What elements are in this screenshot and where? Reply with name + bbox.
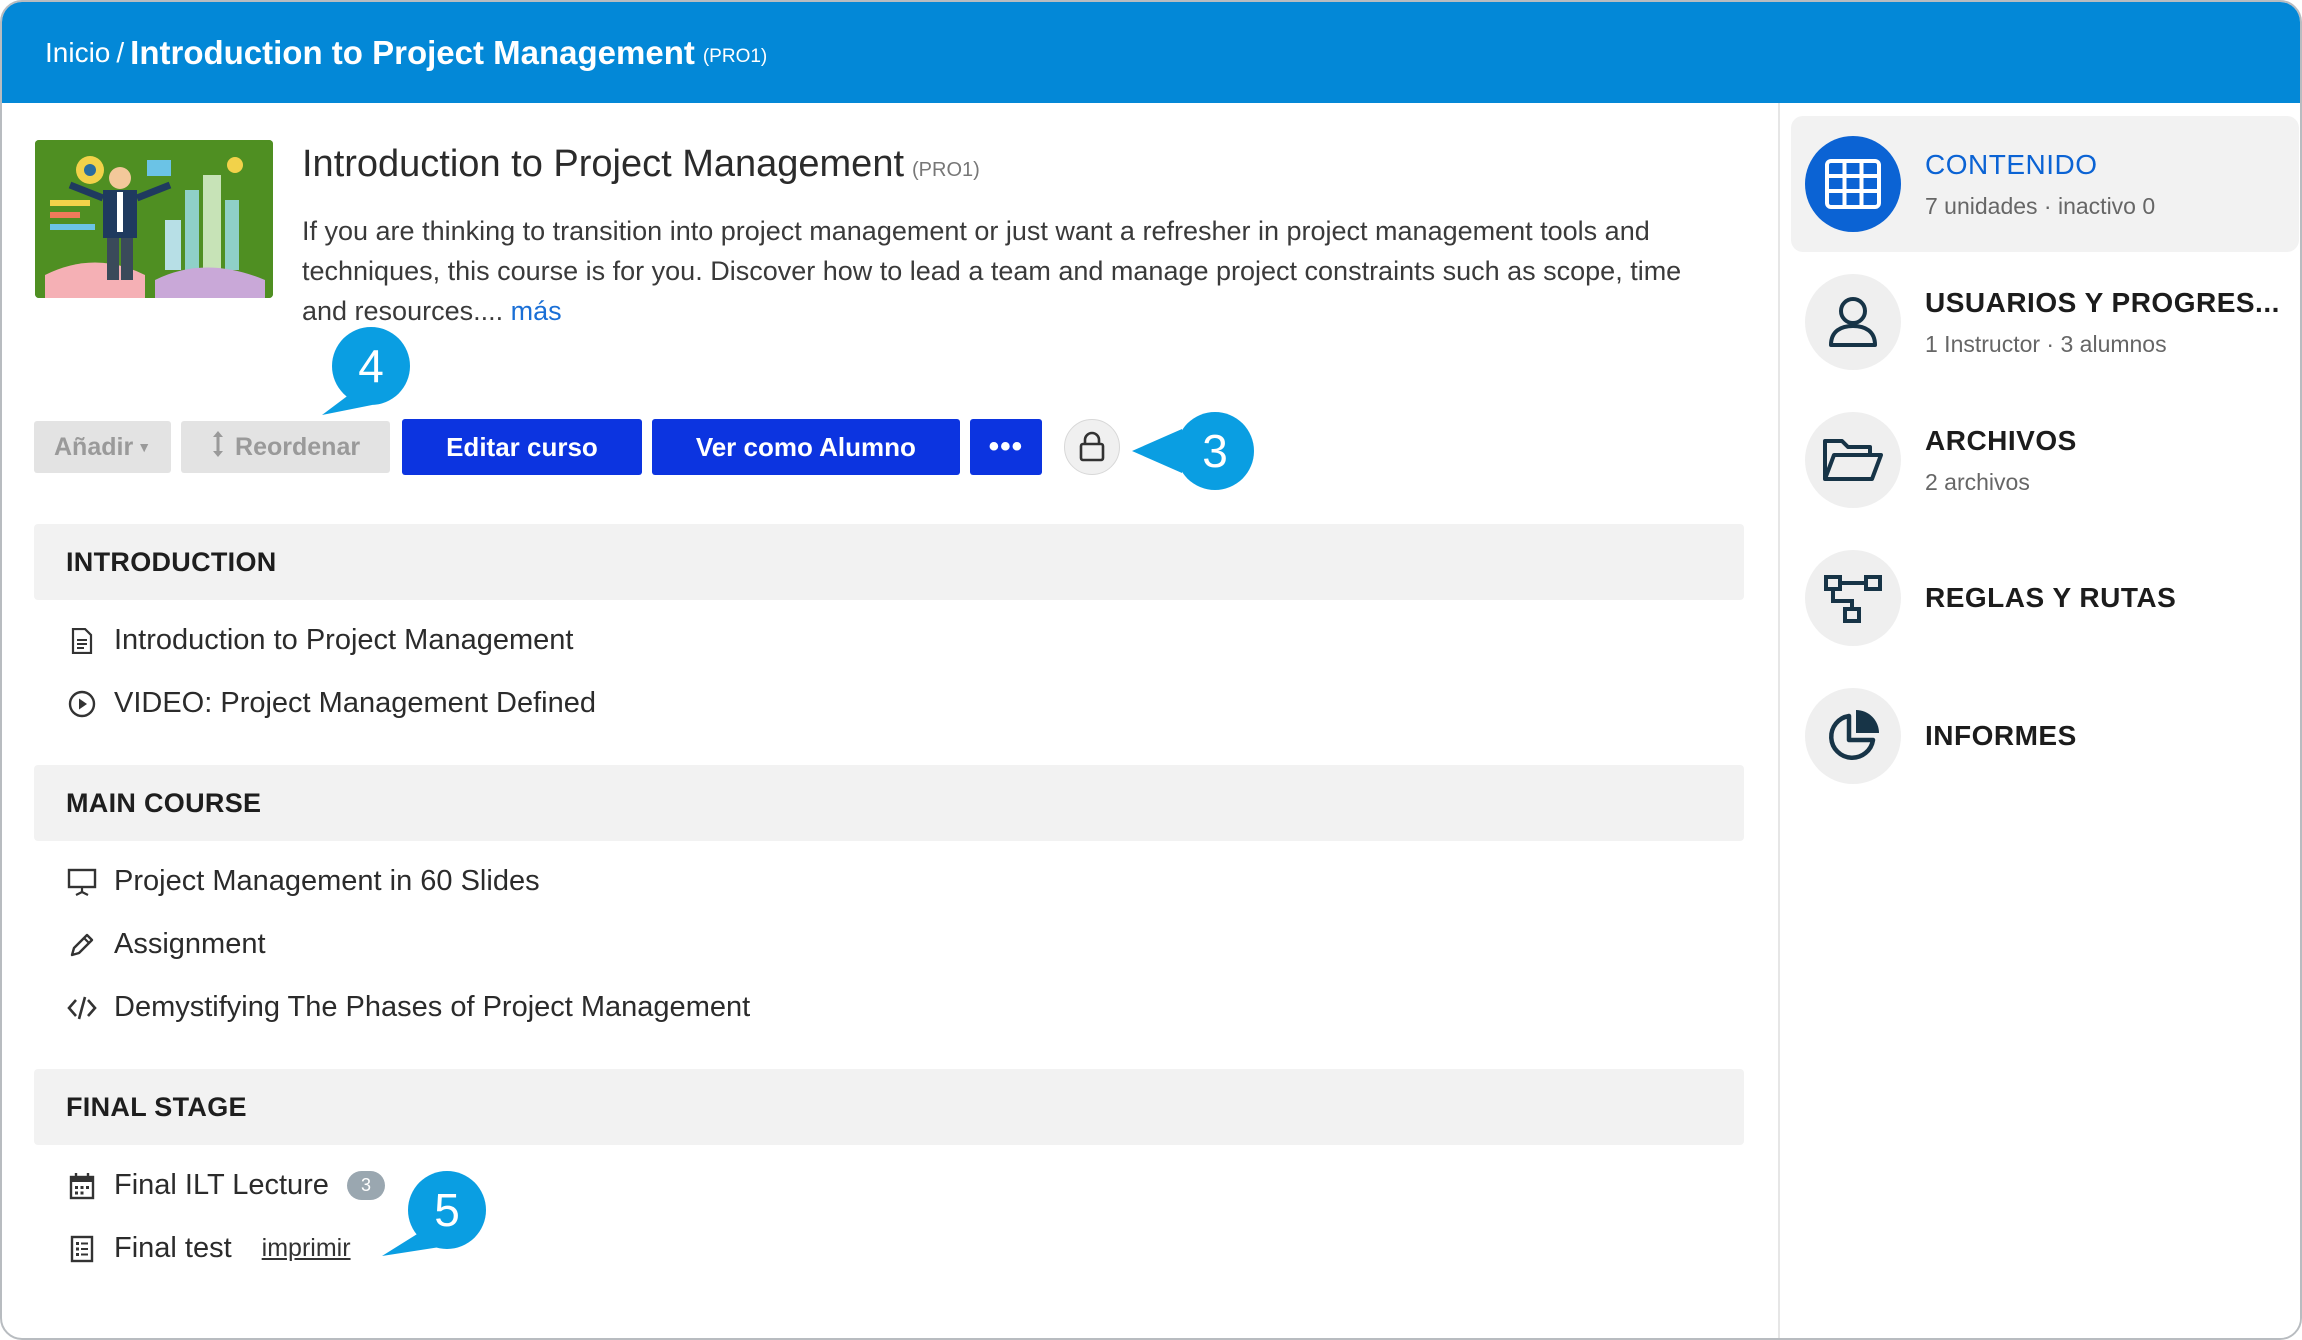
sidebar-item-title: USUARIOS Y PROGRES... xyxy=(1925,286,2280,318)
unit-assignment[interactable]: Assignment xyxy=(66,928,266,961)
sidebar-item-files[interactable]: ARCHIVOS 2 archivos xyxy=(1791,392,2299,528)
callout-5-label: 5 xyxy=(408,1171,486,1249)
user-icon xyxy=(1805,274,1901,370)
breadcrumb-separator: / xyxy=(116,36,125,68)
section-final-stage-header: FINAL STAGE xyxy=(34,1069,1744,1145)
course-sidebar: CONTENIDO 7 unidades · inactivo 0 USUARI… xyxy=(1778,103,2300,1338)
breadcrumb-home-link[interactable]: Inicio xyxy=(45,37,110,69)
presentation-icon xyxy=(66,866,98,898)
unit-label: VIDEO: Project Management Defined xyxy=(114,687,596,719)
unit-label: Final ILT Lecture xyxy=(114,1169,329,1201)
sidebar-item-title: ARCHIVOS xyxy=(1925,424,2077,456)
add-button[interactable]: Añadir ▼ xyxy=(34,421,172,473)
unit-label: Demystifying The Phases of Project Manag… xyxy=(114,991,751,1023)
add-button-label: Añadir xyxy=(54,432,134,461)
course-thumbnail xyxy=(35,140,273,298)
main-content: Introduction to Project Management (PRO1… xyxy=(2,103,1778,1338)
sidebar-item-subtitle: 1 Instructor · 3 alumnos xyxy=(1925,330,2167,357)
reorder-button[interactable]: Reordenar xyxy=(181,421,391,473)
course-description-text: If you are thinking to transition into p… xyxy=(302,216,1682,326)
unit-video-pm-defined[interactable]: VIDEO: Project Management Defined xyxy=(66,687,596,720)
play-circle-icon xyxy=(66,688,98,720)
breadcrumb-course-code: (PRO1) xyxy=(702,45,768,67)
pie-chart-icon xyxy=(1805,688,1901,784)
breadcrumb-current-title: Introduction to Project Management xyxy=(130,33,695,71)
folder-open-icon xyxy=(1805,412,1901,508)
app-window: Inicio / Introduction to Project Managem… xyxy=(0,0,2302,1340)
callout-3-label: 3 xyxy=(1176,412,1254,490)
more-options-button[interactable]: ••• xyxy=(969,419,1042,475)
callout-4-label: 4 xyxy=(332,327,410,405)
sidebar-item-reports[interactable]: INFORMES xyxy=(1791,668,2299,804)
grid-icon xyxy=(1805,136,1901,232)
sidebar-item-users-progress[interactable]: USUARIOS Y PROGRES... 1 Instructor · 3 a… xyxy=(1791,254,2299,390)
unit-introduction-to-pm[interactable]: Introduction to Project Management xyxy=(66,624,573,657)
calendar-icon xyxy=(66,1170,98,1202)
sidebar-item-subtitle: 2 archivos xyxy=(1925,468,2030,495)
top-header: Inicio / Introduction to Project Managem… xyxy=(2,2,2300,103)
callout-marker-5: 5 xyxy=(378,1171,498,1271)
lock-icon xyxy=(1079,431,1105,462)
document-icon xyxy=(66,625,98,657)
unit-demystifying-phases[interactable]: Demystifying The Phases of Project Manag… xyxy=(66,991,750,1024)
sidebar-item-content[interactable]: CONTENIDO 7 unidades · inactivo 0 xyxy=(1791,116,2299,252)
unit-final-ilt-lecture[interactable]: Final ILT Lecture 3 xyxy=(66,1169,385,1202)
rules-flow-icon xyxy=(1805,550,1901,646)
unit-label: Introduction to Project Management xyxy=(114,624,574,656)
code-icon xyxy=(66,992,98,1024)
unit-label: Final test xyxy=(114,1232,232,1264)
sidebar-item-rules-paths[interactable]: REGLAS Y RUTAS xyxy=(1791,530,2299,666)
print-link[interactable]: imprimir xyxy=(262,1234,351,1263)
unit-final-test[interactable]: Final test imprimir xyxy=(66,1232,351,1265)
unit-label: Assignment xyxy=(114,928,266,960)
unit-label: Project Management in 60 Slides xyxy=(114,865,540,897)
sidebar-item-title: INFORMES xyxy=(1925,720,2077,751)
callout-marker-3: 3 xyxy=(1130,411,1260,491)
reorder-button-label: Reordenar xyxy=(235,432,361,461)
course-code: (PRO1) xyxy=(912,159,980,181)
sidebar-item-subtitle: 7 unidades · inactivo 0 xyxy=(1925,192,2156,219)
course-toolbar: Añadir ▼ Reordenar Editar curso Ver como… xyxy=(34,419,1120,475)
sidebar-item-title: CONTENIDO xyxy=(1925,148,2098,180)
caret-down-icon: ▼ xyxy=(137,439,152,455)
callout-marker-4: 4 xyxy=(312,327,432,427)
unit-pm-in-60-slides[interactable]: Project Management in 60 Slides xyxy=(66,865,540,898)
reorder-arrows-icon xyxy=(211,430,225,465)
checklist-icon xyxy=(66,1233,98,1265)
edit-course-button[interactable]: Editar curso xyxy=(402,419,642,475)
section-introduction-header: INTRODUCTION xyxy=(34,524,1744,600)
more-link[interactable]: más xyxy=(511,296,562,326)
lock-button[interactable] xyxy=(1063,419,1120,475)
course-illustration-icon xyxy=(35,140,273,298)
pencil-icon xyxy=(66,929,98,961)
sidebar-item-title: REGLAS Y RUTAS xyxy=(1925,582,2177,613)
view-as-student-button[interactable]: Ver como Alumno xyxy=(651,419,960,475)
section-main-course-header: MAIN COURSE xyxy=(34,765,1744,841)
course-title: Introduction to Project Management xyxy=(302,143,905,185)
course-description: If you are thinking to transition into p… xyxy=(302,211,1702,331)
course-header: Introduction to Project Management (PRO1… xyxy=(302,143,980,186)
